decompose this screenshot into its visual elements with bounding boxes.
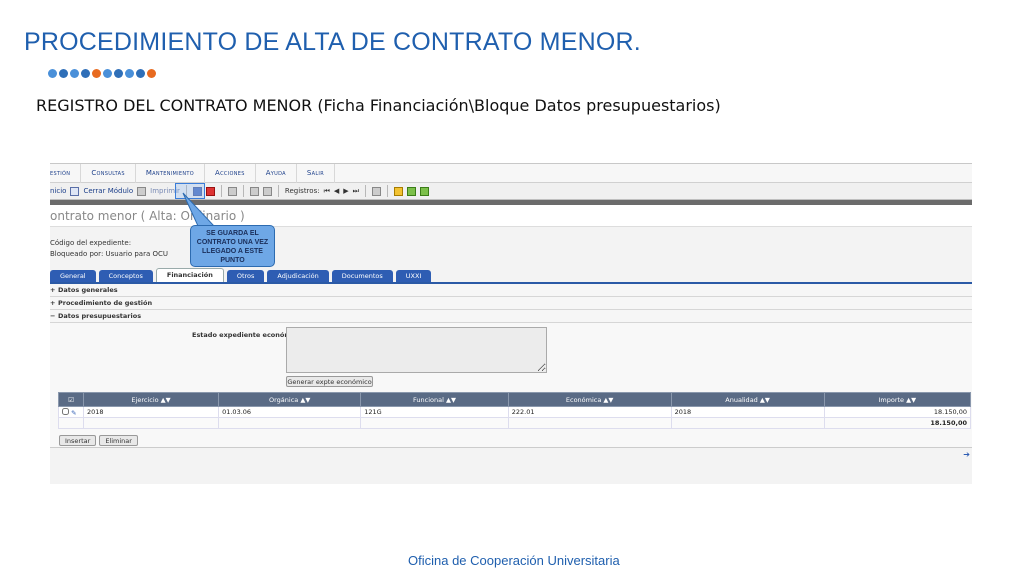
search-icon[interactable] [227, 186, 237, 196]
generar-button[interactable]: Generar expte económico [286, 376, 373, 387]
list-icon[interactable] [371, 186, 381, 196]
form-title: ontrato menor ( Alta: Ordinario ) [50, 205, 972, 227]
last-record-icon[interactable]: ⏭ [353, 187, 359, 196]
cell-organica: 01.03.06 [218, 406, 362, 418]
insertar-button[interactable]: Insertar [59, 435, 97, 446]
toolbar-divider [277, 185, 279, 197]
col-economica[interactable]: Económica ▲▼ [507, 392, 672, 407]
select-all-icon[interactable]: ☑ [58, 392, 84, 407]
collapse-icon: − [50, 312, 56, 320]
expand-icon: + [50, 299, 56, 307]
tab-uxxi[interactable]: UXXI [395, 270, 432, 282]
toolbar-divider [386, 185, 388, 197]
first-record-icon[interactable]: ⏮ [324, 187, 330, 196]
tab-otros[interactable]: Otros [226, 270, 265, 282]
next-record-icon[interactable]: ▶ [343, 187, 348, 195]
budget-table: ☑ Ejercicio ▲▼ Orgánica ▲▼ Funcional ▲▼ … [58, 392, 972, 429]
tab-conceptos[interactable]: Conceptos [98, 270, 153, 282]
decorative-dots [48, 69, 156, 78]
edit-row-icon[interactable]: ✎ [71, 409, 76, 417]
close-module-icon [70, 186, 80, 196]
decorative-dot [114, 69, 123, 78]
section-label: Datos generales [58, 286, 118, 294]
expand-icon: + [50, 286, 56, 294]
section-procedimiento[interactable]: + Procedimiento de gestión [50, 297, 972, 310]
cell-anualidad: 2018 [670, 406, 825, 418]
save-close-icon[interactable] [205, 186, 215, 196]
folder-icon[interactable] [393, 186, 403, 196]
toolbar-divider [220, 185, 222, 197]
decorative-dot [92, 69, 101, 78]
tab-financiacion[interactable]: Financiación [155, 268, 224, 282]
total-row: 18.150,00 [58, 417, 972, 429]
app-window: estión Consultas Mantenimiento Acciones … [50, 163, 972, 484]
slide-subtitle: REGISTRO DEL CONTRATO MENOR (Ficha Finan… [36, 96, 721, 115]
total-importe: 18.150,00 [823, 417, 972, 429]
decorative-dot [147, 69, 156, 78]
print-icon [137, 186, 147, 196]
menu-gestion[interactable]: estión [50, 164, 82, 183]
slide-footer: Oficina de Cooperación Universitaria [408, 553, 620, 568]
close-module-button[interactable]: Cerrar Módulo [83, 187, 133, 195]
toolbar-divider [364, 185, 366, 197]
menu-bar: estión Consultas Mantenimiento Acciones … [50, 164, 972, 183]
row-checkbox[interactable]: ✎ [58, 406, 84, 418]
menu-acciones[interactable]: Acciones [205, 164, 256, 183]
decorative-dot [125, 69, 134, 78]
save-button-highlight [175, 183, 205, 199]
tab-adjudicacion[interactable]: Adjudicación [267, 270, 329, 282]
budget-panel: Estado expediente económico: Generar exp… [50, 323, 972, 448]
cell-ejercicio: 2018 [82, 406, 220, 418]
decorative-dot [81, 69, 90, 78]
tab-general[interactable]: General [50, 270, 96, 282]
section-datos-presupuestarios[interactable]: − Datos presupuestarios [50, 310, 972, 323]
section-label: Datos presupuestarios [58, 312, 142, 320]
toolbar-divider [242, 185, 244, 197]
menu-salir[interactable]: Salir [297, 164, 335, 183]
menu-mantenimiento[interactable]: Mantenimiento [136, 164, 206, 183]
col-organica[interactable]: Orgánica ▲▼ [218, 392, 362, 407]
arrow-right-icon[interactable]: ➔ [963, 450, 970, 459]
edit-icon[interactable] [406, 186, 416, 196]
estado-textarea[interactable] [286, 327, 547, 373]
records-label: Registros: [284, 187, 320, 195]
section-label: Procedimiento de gestión [58, 299, 153, 307]
decorative-dot [59, 69, 68, 78]
inicio-button[interactable]: nicio [50, 187, 66, 195]
bloqueado-label: Bloqueado por: Usuario para OCU [50, 250, 168, 258]
tab-bar: General Conceptos Financiación Otros Adj… [50, 268, 972, 284]
eliminar-button[interactable]: Eliminar [99, 435, 138, 446]
section-datos-generales[interactable]: + Datos generales [50, 284, 972, 297]
paste-icon[interactable] [262, 186, 272, 196]
table-row[interactable]: ✎ 2018 01.03.06 121G 222.01 2018 18.150,… [58, 406, 972, 418]
col-ejercicio[interactable]: Ejercicio ▲▼ [82, 392, 220, 407]
col-anualidad[interactable]: Anualidad ▲▼ [670, 392, 825, 407]
cell-importe: 18.150,00 [823, 406, 972, 418]
decorative-dot [103, 69, 112, 78]
copy-icon[interactable] [249, 186, 259, 196]
col-importe[interactable]: Importe ▲▼ [823, 392, 972, 407]
grid-buttons: Insertar Eliminar [59, 435, 138, 446]
col-funcional[interactable]: Funcional ▲▼ [360, 392, 509, 407]
settings-icon[interactable] [419, 186, 429, 196]
slide-title: PROCEDIMIENTO DE ALTA DE CONTRATO MENOR. [24, 28, 641, 56]
decorative-dot [70, 69, 79, 78]
record-info: Código del expediente: Bloqueado por: Us… [50, 227, 972, 270]
callout-note: SE GUARDA EL CONTRATO UNA VEZ LLEGADO A … [190, 225, 275, 267]
codigo-label: Código del expediente: [50, 239, 132, 247]
decorative-dot [136, 69, 145, 78]
bottom-area: ➔ [50, 448, 972, 478]
cell-funcional: 121G [360, 406, 509, 418]
decorative-dot [48, 69, 57, 78]
prev-record-icon[interactable]: ◀ [334, 187, 339, 195]
tab-documentos[interactable]: Documentos [331, 270, 393, 282]
cell-economica: 222.01 [507, 406, 672, 418]
menu-ayuda[interactable]: Ayuda [256, 164, 297, 183]
menu-consultas[interactable]: Consultas [81, 164, 136, 183]
